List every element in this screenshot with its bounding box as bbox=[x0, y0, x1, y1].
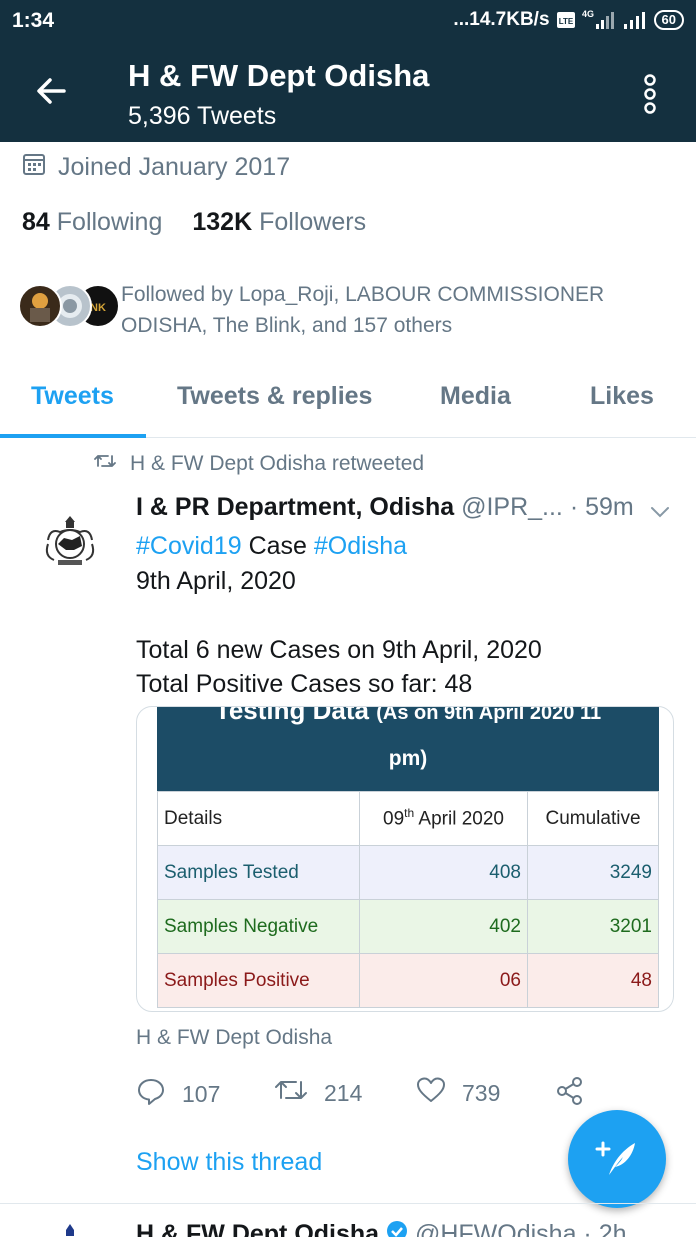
row-day-value: 402 bbox=[359, 899, 528, 954]
share-icon bbox=[556, 1076, 584, 1112]
reply-count: 107 bbox=[182, 1080, 221, 1107]
tweet-time: · 59m bbox=[569, 493, 634, 521]
row-total-value: 3249 bbox=[527, 845, 659, 900]
like-button[interactable]: 739 bbox=[416, 1076, 500, 1110]
status-time: 1:34 bbox=[12, 9, 55, 32]
table-row: Samples Tested 408 3249 bbox=[157, 845, 659, 900]
tweet-text: #Covid19 Case #Odisha 9th April, 2020 To… bbox=[136, 529, 666, 702]
followers-label: Followers bbox=[259, 208, 367, 236]
profile-header: H & FW Dept Odisha 5,396 Tweets bbox=[0, 44, 696, 142]
volte-icon: LTE bbox=[556, 10, 576, 30]
svg-text:NK: NK bbox=[90, 302, 106, 314]
status-bar: 1:34 ...14.7KB/s LTE 4G 60 bbox=[0, 0, 696, 44]
author-handle[interactable]: @IPR_... bbox=[461, 493, 563, 521]
following-label: Following bbox=[56, 208, 163, 236]
author-avatar[interactable] bbox=[38, 510, 102, 574]
active-tab-indicator bbox=[0, 434, 146, 438]
compose-tweet-button[interactable] bbox=[568, 1110, 666, 1208]
more-options-icon[interactable] bbox=[640, 72, 660, 116]
like-count: 739 bbox=[462, 1079, 501, 1106]
show-thread-link[interactable]: Show this thread bbox=[136, 1148, 322, 1177]
author-name[interactable]: H & FW Dept Odisha bbox=[136, 1220, 379, 1237]
card-title-line2: pm) bbox=[388, 747, 428, 770]
table-row: Samples Negative 402 3201 bbox=[157, 899, 659, 954]
follower-avatars[interactable]: NK bbox=[18, 284, 120, 330]
column-header: Details bbox=[157, 791, 360, 846]
row-total-value: 48 bbox=[527, 953, 659, 1008]
following-count: 84 bbox=[22, 208, 50, 236]
row-label: Samples Tested bbox=[157, 845, 360, 900]
tab-tweets[interactable]: Tweets bbox=[31, 382, 114, 411]
following-link[interactable]: 84 Following bbox=[22, 208, 162, 237]
heart-icon bbox=[416, 1076, 446, 1110]
joined-text: Joined January 2017 bbox=[58, 153, 291, 181]
author-name[interactable]: I & PR Department, Odisha bbox=[136, 493, 454, 521]
column-header: Cumulative bbox=[527, 791, 659, 846]
tab-likes[interactable]: Likes bbox=[590, 382, 654, 411]
row-label: Samples Positive bbox=[157, 953, 360, 1008]
table-header-row: Details 09th April 2020 Cumulative bbox=[157, 791, 659, 846]
row-total-value: 3201 bbox=[527, 899, 659, 954]
verified-badge-icon bbox=[386, 1220, 408, 1237]
profile-tabs: Tweets Tweets & replies Media Likes bbox=[0, 360, 696, 438]
svg-text:LTE: LTE bbox=[558, 17, 573, 26]
joined-date: Joined January 2017 bbox=[22, 152, 290, 183]
testing-data-table: Details 09th April 2020 Cumulative Sampl… bbox=[157, 791, 659, 1008]
followers-link[interactable]: 132K Followers bbox=[192, 208, 366, 237]
tweet-positive-line: Total Positive Cases so far: 48 bbox=[136, 670, 473, 698]
page-title: H & FW Dept Odisha bbox=[128, 58, 430, 93]
retweet-icon bbox=[94, 452, 116, 476]
hashtag-covid19[interactable]: #Covid19 bbox=[136, 532, 242, 560]
tweet-header: I & PR Department, Odisha @IPR_... · 59m bbox=[136, 493, 634, 522]
chevron-down-icon[interactable] bbox=[648, 500, 672, 524]
avatar bbox=[18, 284, 62, 328]
card-title-paren: (As on 9th April 2020 11 bbox=[376, 706, 602, 724]
followers-count: 132K bbox=[192, 208, 253, 236]
calendar-icon bbox=[22, 152, 46, 183]
reply-icon bbox=[136, 1076, 166, 1112]
retweeted-by[interactable]: H & FW Dept Odisha retweeted bbox=[130, 452, 424, 476]
tweet-actions: 107 214 739 bbox=[136, 1076, 596, 1116]
back-arrow-icon[interactable] bbox=[34, 74, 68, 108]
row-label: Samples Negative bbox=[157, 899, 360, 954]
battery-icon: 60 bbox=[653, 10, 684, 30]
tweet-count: 5,396 Tweets bbox=[128, 102, 277, 130]
tab-tweets-replies[interactable]: Tweets & replies bbox=[177, 382, 372, 411]
tweet-date-line: 9th April, 2020 bbox=[136, 566, 296, 595]
retweet-context: H & FW Dept Odisha retweeted bbox=[94, 452, 424, 476]
status-right: ...14.7KB/s LTE 4G 60 bbox=[453, 9, 684, 31]
tweet-new-cases-line: Total 6 new Cases on 9th April, 2020 bbox=[136, 635, 542, 664]
hashtag-odisha[interactable]: #Odisha bbox=[314, 532, 407, 560]
retweet-count: 214 bbox=[324, 1079, 363, 1106]
author-handle[interactable]: @HFWOdisha · 2h bbox=[415, 1220, 627, 1237]
reply-button[interactable]: 107 bbox=[136, 1076, 220, 1112]
follow-stats: 84 Following 132K Followers bbox=[22, 208, 366, 237]
media-source-label[interactable]: H & FW Dept Odisha bbox=[136, 1026, 332, 1050]
tweet-media-card[interactable]: Testing Data (As on 9th April 2020 11 pm… bbox=[136, 706, 674, 1012]
svg-text:4G: 4G bbox=[582, 9, 594, 19]
row-day-value: 06 bbox=[359, 953, 528, 1008]
signal-4g-icon: 4G bbox=[582, 9, 616, 31]
net-speed: ...14.7KB/s bbox=[453, 9, 550, 30]
retweet-icon bbox=[274, 1076, 308, 1110]
author-avatar[interactable] bbox=[52, 1222, 88, 1237]
row-day-value: 408 bbox=[359, 845, 528, 900]
share-button[interactable] bbox=[556, 1076, 584, 1112]
card-title: Testing Data (As on 9th April 2020 11 pm… bbox=[157, 707, 659, 791]
compose-feather-icon bbox=[595, 1135, 639, 1184]
retweet-button[interactable]: 214 bbox=[274, 1076, 362, 1110]
next-tweet-header: H & FW Dept Odisha @HFWOdisha · 2h bbox=[136, 1220, 627, 1237]
followed-by-text[interactable]: Followed by Lopa_Roji, LABOUR COMMISSION… bbox=[121, 279, 661, 341]
table-row: Samples Positive 06 48 bbox=[157, 953, 659, 1008]
card-title-main: Testing Data bbox=[214, 706, 369, 725]
tweet-divider bbox=[0, 1203, 696, 1204]
signal-icon bbox=[622, 9, 648, 31]
tweet-word: Case bbox=[241, 532, 314, 560]
column-header: 09th April 2020 bbox=[359, 791, 528, 846]
tab-media[interactable]: Media bbox=[440, 382, 511, 411]
